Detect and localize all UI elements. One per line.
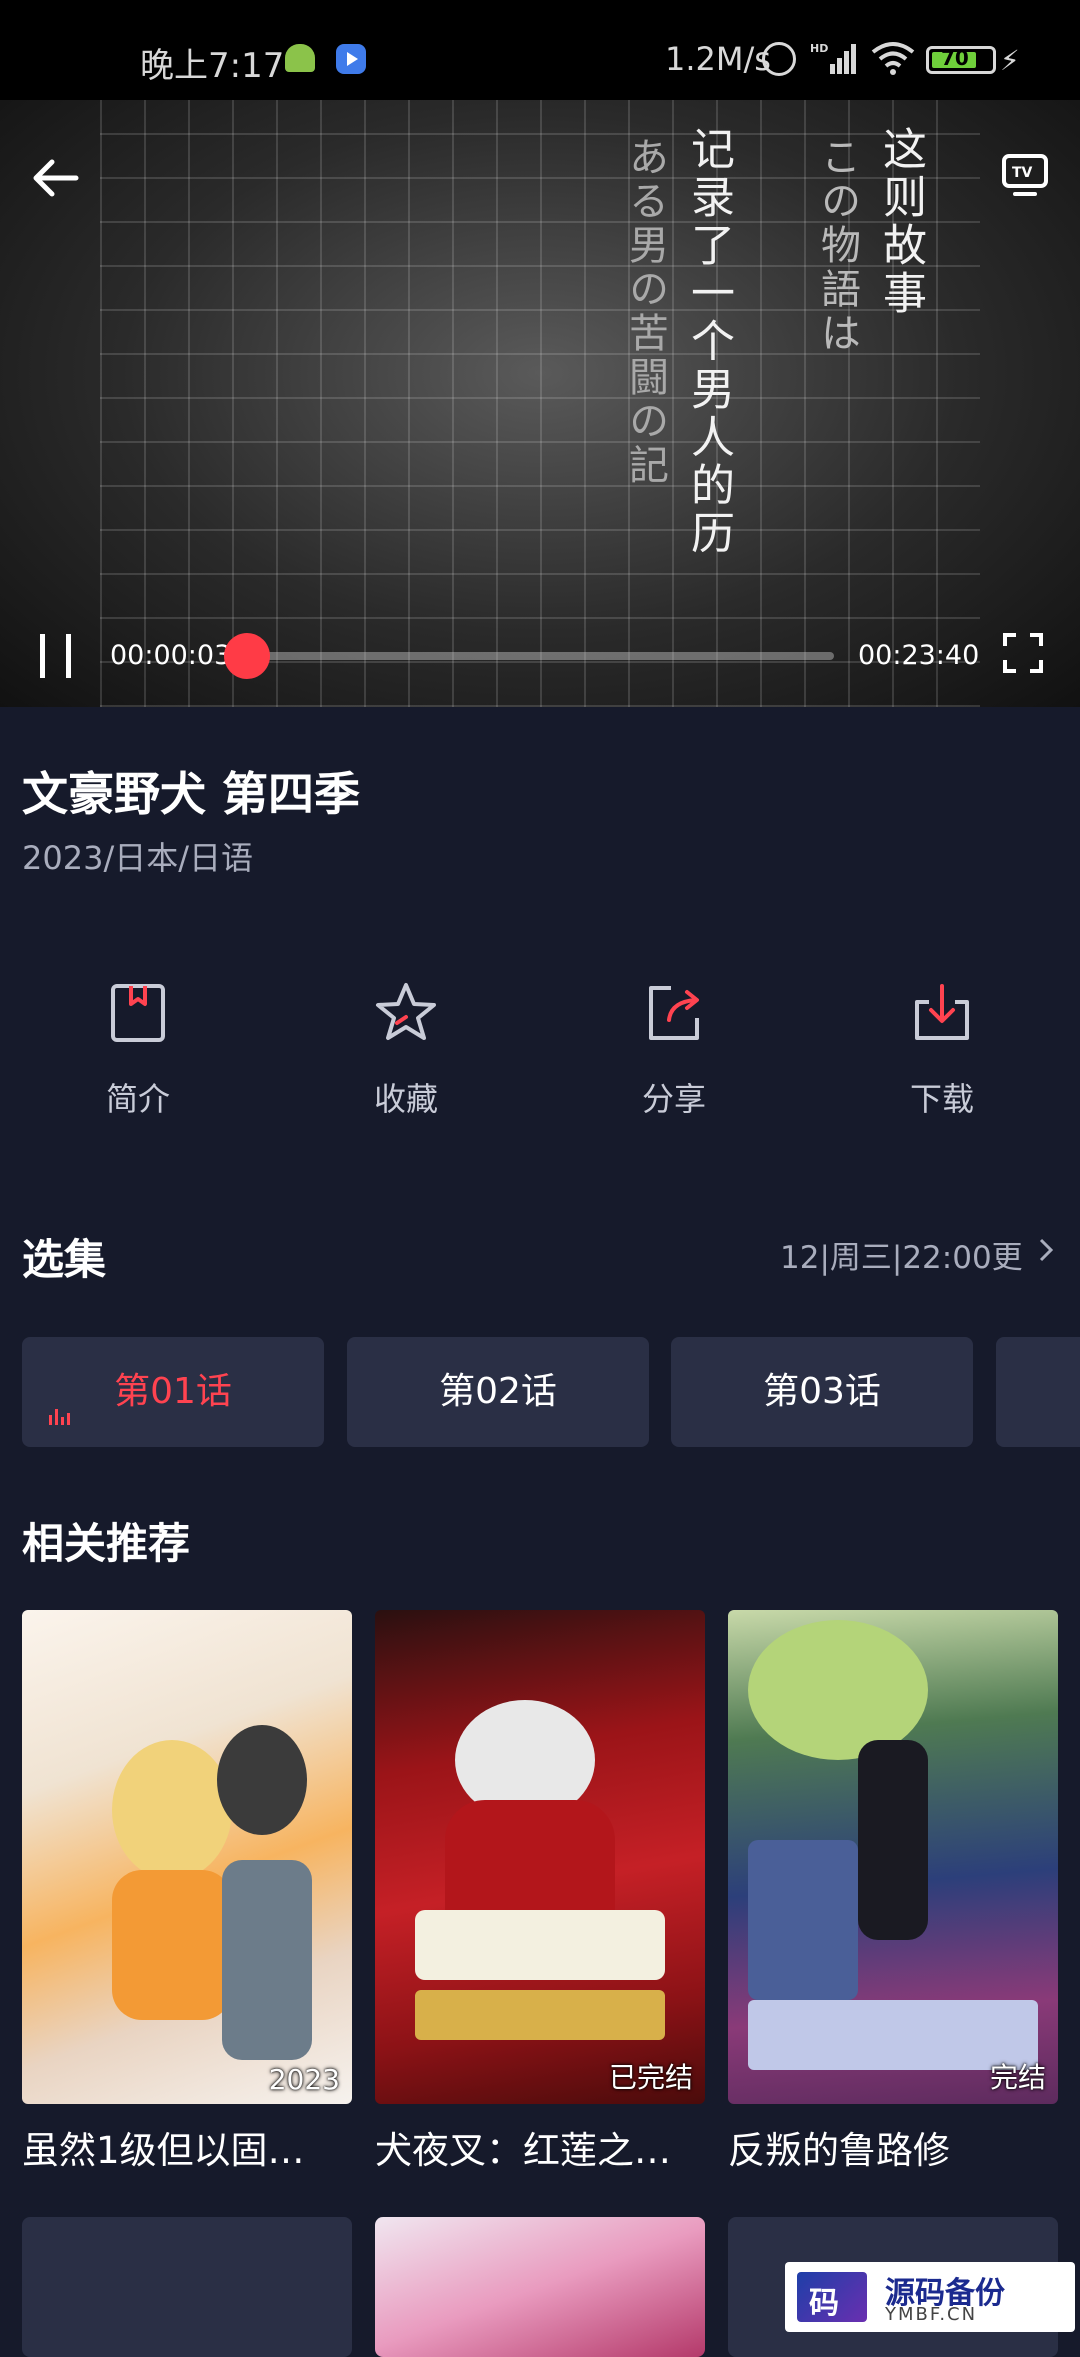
progress-thumb[interactable] xyxy=(224,633,270,679)
chevron-right-icon[interactable] xyxy=(1036,1236,1056,1264)
episode-item[interactable]: 第03话 xyxy=(671,1337,973,1447)
alarm-icon xyxy=(762,42,796,76)
recommend-poster[interactable]: 已完结 xyxy=(375,1610,705,2104)
playing-bars-icon xyxy=(49,1409,70,1425)
share-button[interactable]: 分享 xyxy=(594,980,754,1120)
recommend-title[interactable]: 虽然1级但以固… xyxy=(22,2120,352,2174)
video-caption-ja-1: この物語は xyxy=(814,136,860,356)
fullscreen-icon[interactable] xyxy=(1002,632,1044,674)
show-meta: 2023/日本/日语 xyxy=(22,839,254,877)
recommend-poster[interactable]: 2023 xyxy=(22,1610,352,2104)
recommend-poster-partial[interactable] xyxy=(375,2217,705,2357)
play-app-icon xyxy=(336,44,366,74)
battery-icon: 70 xyxy=(926,46,996,74)
watermark-domain: YMBF.CN xyxy=(885,2304,978,2325)
recommend-poster-partial[interactable] xyxy=(22,2217,352,2357)
charging-icon: ⚡ xyxy=(1000,44,1020,77)
status-time: 晚上7:17 xyxy=(140,46,285,86)
video-caption-ja-2: ある男の苦闘の記 xyxy=(622,136,668,488)
watermark-logo: 码 源码备份 YMBF.CN xyxy=(785,2262,1075,2332)
episode-item[interactable]: 第01话 xyxy=(22,1337,324,1447)
download-button[interactable]: 下载 xyxy=(862,980,1022,1120)
recommend-poster[interactable]: 完结 xyxy=(728,1610,1058,2104)
episode-label: 第02话 xyxy=(439,1371,557,1412)
wifi-icon xyxy=(871,42,915,75)
episode-schedule[interactable]: 12|周三|22:00更 xyxy=(780,1232,1023,1277)
video-caption-zh-2: 记录了一个男人的历 xyxy=(683,126,734,558)
episode-label: 第03话 xyxy=(763,1371,881,1412)
favorite-label: 收藏 xyxy=(373,1080,438,1118)
show-title: 文豪野犬 第四季 xyxy=(22,767,361,821)
watermark-mark: 码 xyxy=(797,2272,867,2322)
svg-text:TV: TV xyxy=(1012,165,1033,181)
recommend-title[interactable]: 犬夜叉：红莲之… xyxy=(375,2120,705,2174)
favorite-button[interactable]: 收藏 xyxy=(326,980,486,1120)
share-label: 分享 xyxy=(641,1080,706,1118)
current-time: 00:00:03 xyxy=(110,640,232,671)
total-time: 00:23:40 xyxy=(858,640,980,671)
poster-badge: 已完结 xyxy=(608,2061,693,2094)
back-arrow-icon[interactable] xyxy=(26,150,86,210)
hd-signal-icon: HD xyxy=(810,42,856,74)
tv-cast-icon[interactable]: TV xyxy=(1000,150,1050,200)
episodes-heading: 选集 xyxy=(22,1235,107,1284)
poster-badge: 完结 xyxy=(989,2061,1046,2094)
episode-item-partial[interactable] xyxy=(996,1337,1080,1447)
battery-level: 70 xyxy=(941,46,969,70)
download-icon xyxy=(915,984,969,1040)
network-speed: 1.2M/s xyxy=(665,40,771,78)
recommend-heading: 相关推荐 xyxy=(22,1519,191,1568)
intro-label: 简介 xyxy=(105,1080,170,1118)
poster-image xyxy=(112,1725,312,2060)
share-icon xyxy=(649,986,699,1040)
android-icon xyxy=(285,44,315,72)
poster-badge: 2023 xyxy=(268,2063,340,2096)
episode-item[interactable]: 第02话 xyxy=(347,1337,649,1447)
intro-button[interactable]: 简介 xyxy=(58,980,218,1120)
status-bar: 晚上7:17 1.2M/s HD 70 ⚡ xyxy=(0,0,1080,100)
star-icon xyxy=(376,983,436,1040)
video-caption-zh-1: 这则故事 xyxy=(875,126,926,318)
episode-label: 第01话 xyxy=(114,1371,232,1412)
download-label: 下载 xyxy=(909,1080,974,1118)
recommend-title[interactable]: 反叛的鲁路修 xyxy=(728,2120,1058,2174)
svg-text:HD: HD xyxy=(810,42,828,55)
bookmark-icon xyxy=(111,984,165,1042)
pause-button[interactable] xyxy=(36,634,76,678)
poster-image xyxy=(415,1700,665,2040)
poster-image xyxy=(748,1620,1038,2070)
progress-track[interactable] xyxy=(246,652,834,660)
